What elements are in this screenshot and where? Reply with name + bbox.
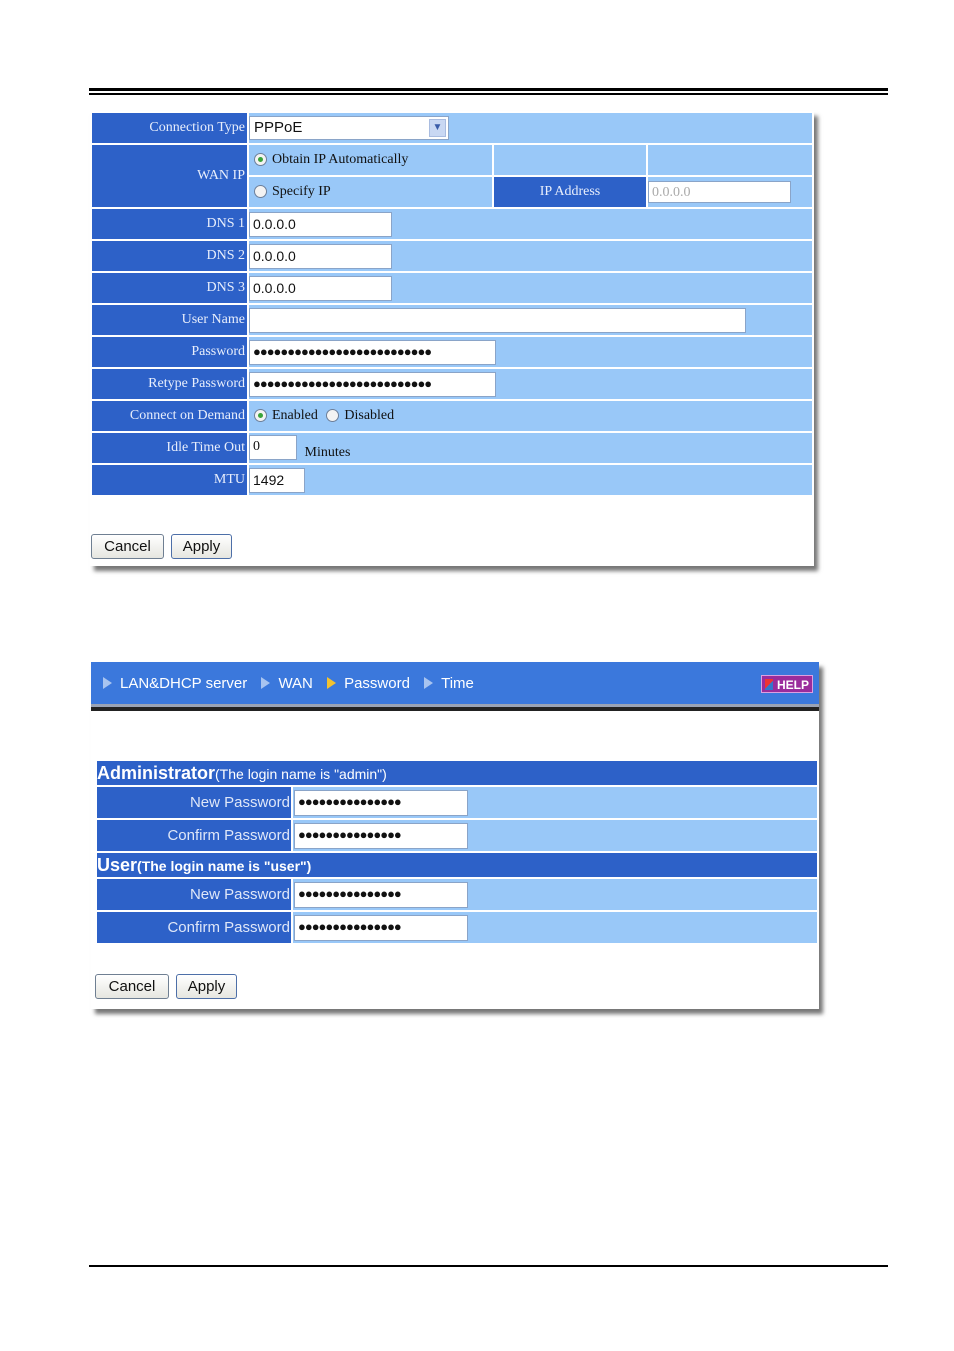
section-user: User(The login name is "user") [97,853,817,877]
administrator-title: Administrator [97,762,216,783]
connection-type-label: Connection Type [92,113,247,143]
row-wan-ip-auto: WAN IP Obtain IP Automatically [92,145,812,207]
triangle-right-icon [103,677,112,689]
admin-confirm-password-input[interactable]: ●●●●●●●●●●●●●●● [294,822,468,849]
triangle-right-icon [424,677,434,689]
triangle-right-active-icon [327,677,337,689]
idle-time-out-input[interactable]: 0 [249,434,297,460]
nav-menu: LAN&DHCP server WAN Password Time [103,675,484,692]
footer-rule [89,1265,888,1267]
help-button[interactable]: HELP [761,675,813,693]
admin-new-password-label: New Password [97,787,291,818]
apply-button[interactable]: Apply [171,534,232,559]
user-note: (The login name is "user") [137,857,312,874]
password-input[interactable]: ●●●●●●●●●●●●●●●●●●●●●●●●●● [249,339,496,365]
dns2-input[interactable]: 0.0.0.0 [249,243,392,269]
enabled-label: Enabled [272,407,318,423]
triangle-right-icon [261,677,271,689]
disabled-label: Disabled [344,407,395,423]
header-rule [89,88,888,91]
connection-type-value: PPPoE [254,119,303,136]
password-table: Administrator(The login name is "admin")… [95,759,819,945]
row-mtu: MTU 1492 [92,465,812,495]
row-dns2: DNS 2 0.0.0.0 [92,241,812,271]
user-title: User [97,854,138,875]
row-admin-new-password: New Password ●●●●●●●●●●●●●●● [97,787,817,818]
ip-address-input[interactable]: 0.0.0.0 [648,181,791,203]
nav-item-time[interactable]: Time [424,675,474,692]
row-connect-on-demand: Connect on Demand Enabled Disabled [92,401,812,431]
wan-pppoe-panel: Connection Type PPPoE ▼ WAN IP Obtain IP… [90,111,814,566]
row-password: Password ●●●●●●●●●●●●●●●●●●●●●●●●●● [92,337,812,367]
dns1-input[interactable]: 0.0.0.0 [249,211,392,237]
user-new-password-label: New Password [97,879,291,910]
connection-type-select[interactable]: PPPoE ▼ [249,116,449,140]
header-rule-thin [89,93,888,95]
nav-item-wan[interactable]: WAN [261,675,313,692]
dns2-label: DNS 2 [92,241,247,271]
specify-ip-label: Specify IP [272,183,331,199]
nav-item-password[interactable]: Password [327,675,410,692]
row-user-name: User Name [92,305,812,335]
admin-new-password-input[interactable]: ●●●●●●●●●●●●●●● [294,789,468,816]
row-user-new-password: New Password ●●●●●●●●●●●●●●● [97,879,817,910]
connect-on-demand-disabled-radio[interactable] [326,409,340,423]
apply-button-password[interactable]: Apply [176,974,237,999]
user-name-label: User Name [92,305,247,335]
mtu-label: MTU [92,465,247,495]
row-connection-type: Connection Type PPPoE ▼ [92,113,812,143]
cancel-button[interactable]: Cancel [91,534,164,559]
row-idle-time-out: Idle Time Out 0 Minutes [92,433,812,463]
nav-divider-dark [91,707,819,711]
nav-item-lan-dhcp[interactable]: LAN&DHCP server [103,675,247,692]
connect-on-demand-enabled-radio[interactable] [254,409,267,423]
wan-settings-table: Connection Type PPPoE ▼ WAN IP Obtain IP… [90,111,814,497]
row-retype-password: Retype Password ●●●●●●●●●●●●●●●●●●●●●●●●… [92,369,812,399]
dns1-label: DNS 1 [92,209,247,239]
administrator-note: (The login name is "admin") [215,765,387,782]
user-confirm-password-input[interactable]: ●●●●●●●●●●●●●●● [294,914,468,941]
nav-bar: LAN&DHCP server WAN Password Time HELP [91,662,819,704]
obtain-ip-automatically-radio[interactable] [254,153,267,167]
obtain-ip-automatically-label: Obtain IP Automatically [272,151,409,167]
minutes-unit-label: Minutes [304,445,351,461]
chevron-down-icon[interactable]: ▼ [429,119,446,137]
user-confirm-password-label: Confirm Password [97,912,291,943]
row-dns1: DNS 1 0.0.0.0 [92,209,812,239]
connect-on-demand-label: Connect on Demand [92,401,247,431]
mtu-input[interactable]: 1492 [249,467,305,493]
dns3-input[interactable]: 0.0.0.0 [249,275,392,301]
admin-confirm-password-label: Confirm Password [97,820,291,851]
ip-address-label: IP Address [494,177,646,207]
cancel-button-password[interactable]: Cancel [95,974,169,999]
dns3-label: DNS 3 [92,273,247,303]
retype-password-label: Retype Password [92,369,247,399]
wan-ip-label: WAN IP [92,145,247,207]
section-administrator: Administrator(The login name is "admin") [97,761,817,785]
password-panel: LAN&DHCP server WAN Password Time HELP A… [91,662,819,1009]
row-dns3: DNS 3 0.0.0.0 [92,273,812,303]
password-label: Password [92,337,247,367]
idle-time-out-label: Idle Time Out [92,433,247,463]
retype-password-input[interactable]: ●●●●●●●●●●●●●●●●●●●●●●●●●● [249,371,496,397]
row-admin-confirm-password: Confirm Password ●●●●●●●●●●●●●●● [97,820,817,851]
user-new-password-input[interactable]: ●●●●●●●●●●●●●●● [294,881,468,908]
row-user-confirm-password: Confirm Password ●●●●●●●●●●●●●●● [97,912,817,943]
user-name-input[interactable] [249,307,746,333]
specify-ip-radio[interactable] [254,185,267,199]
